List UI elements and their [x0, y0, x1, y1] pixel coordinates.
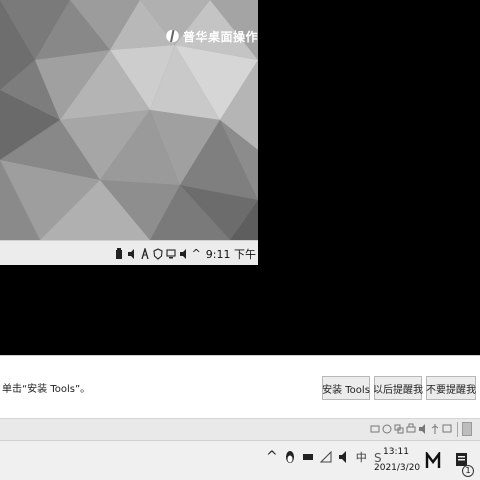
usb-device-icon[interactable] — [430, 423, 440, 435]
wifi-icon[interactable] — [319, 449, 332, 465]
display-icon[interactable] — [166, 248, 176, 260]
vm-device-status-bar — [0, 418, 480, 440]
host-taskbar: ^ 中 S 13:11 2021/3/20 1 — [0, 440, 480, 480]
taskbar-app-m-icon[interactable] — [425, 452, 441, 470]
speaker-icon[interactable] — [179, 248, 189, 260]
vm-display[interactable]: 普华桌面操作系统 ^ 9:11 下午 — [0, 0, 258, 265]
battery-icon[interactable] — [302, 449, 314, 465]
status-separator — [457, 422, 458, 437]
printer-icon[interactable] — [406, 423, 416, 435]
install-tools-button[interactable]: 安装 Tools — [322, 376, 370, 400]
sound-icon[interactable] — [418, 423, 428, 435]
status-panel-toggle-icon[interactable] — [462, 422, 472, 436]
screen: 普华桌面操作系统 ^ 9:11 下午 单击“安装 Tools”。 安装 Tool… — [0, 0, 480, 480]
host-clock[interactable]: 13:11 2021/3/20 — [374, 444, 421, 476]
network-icon[interactable] — [140, 247, 150, 260]
penguin-icon[interactable] — [284, 449, 296, 465]
vm-taskbar: ^ 9:11 下午 — [0, 240, 258, 265]
usb-icon[interactable] — [114, 247, 124, 260]
remind-later-button[interactable]: 以后提醒我 — [373, 376, 423, 400]
shield-icon[interactable] — [152, 247, 163, 260]
never-remind-button[interactable]: 不要提醒我 — [426, 376, 476, 400]
vm-system-tray: ^ 9:11 下午 — [114, 245, 256, 262]
brand-logo-icon — [166, 29, 179, 43]
host-system-tray: ^ 中 S — [266, 449, 385, 465]
host-volume-icon[interactable] — [338, 449, 350, 465]
vmware-tools-notification: 单击“安装 Tools”。 安装 Tools 以后提醒我 不要提醒我 — [0, 355, 480, 418]
vm-clock[interactable]: 9:11 下午 — [206, 246, 256, 262]
vm-brand: 普华桌面操作系统 — [166, 27, 258, 45]
display-device-icon[interactable] — [442, 423, 452, 435]
cdrom-icon[interactable] — [382, 423, 392, 435]
notification-count-badge: 1 — [462, 465, 474, 477]
host-time: 13:11 — [383, 447, 409, 457]
notification-message: 单击“安装 Tools”。 — [2, 384, 91, 395]
vm-device-icons — [370, 423, 452, 435]
brand-text: 普华桌面操作系统 — [183, 29, 258, 44]
host-date: 2021/3/20 — [374, 463, 421, 473]
show-hidden-icons-chevron-icon[interactable]: ^ — [266, 449, 278, 465]
volume-icon[interactable] — [127, 248, 137, 260]
network-adapter-icon[interactable] — [394, 423, 404, 435]
hdd-icon[interactable] — [370, 423, 380, 435]
input-method-indicator[interactable]: 中 — [356, 449, 367, 465]
tray-expand-chevron-icon[interactable]: ^ — [192, 247, 201, 260]
